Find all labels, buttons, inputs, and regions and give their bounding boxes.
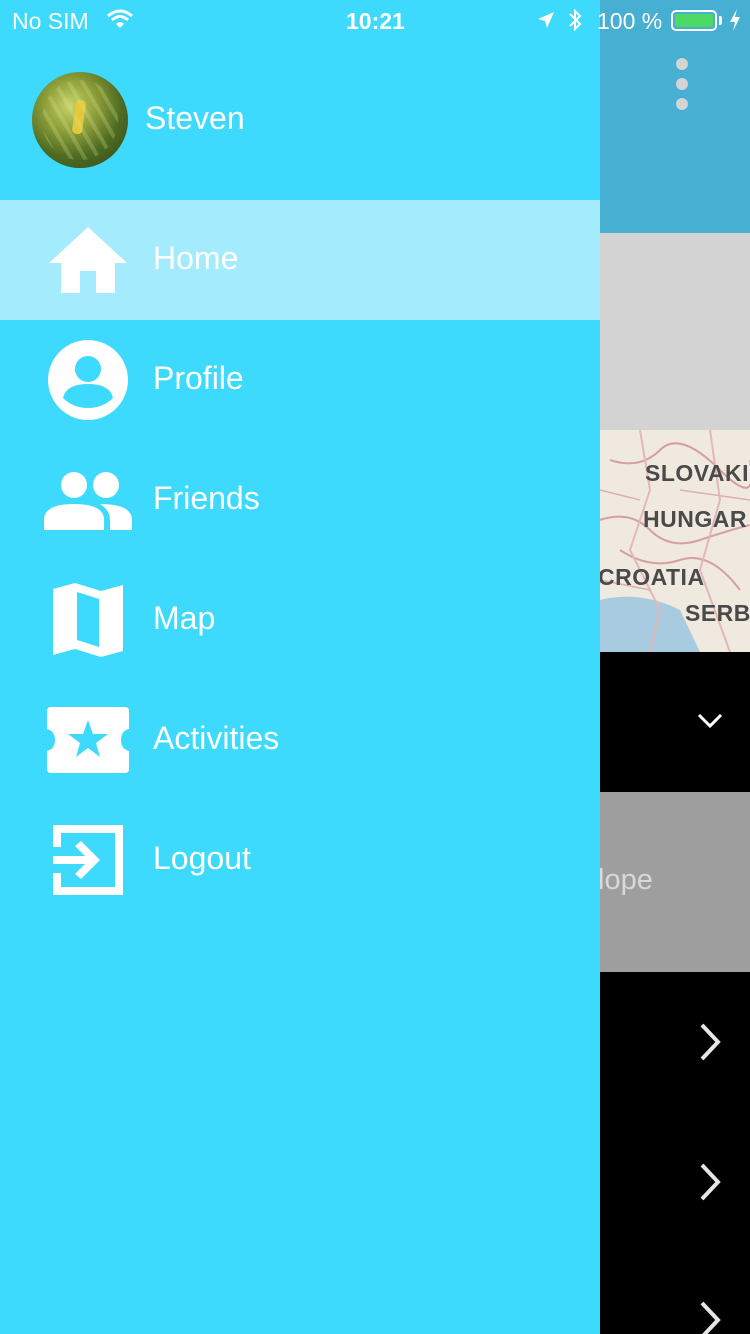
menu-item-activities[interactable]: Activities (0, 680, 600, 800)
menu-item-logout[interactable]: Logout (0, 800, 600, 920)
people-icon (44, 460, 132, 540)
map-label: SLOVAKI (645, 460, 750, 486)
menu-item-home[interactable]: Home (0, 200, 600, 320)
drawer-profile-header[interactable]: Steven (0, 40, 600, 200)
map-label: CROATIA (598, 564, 705, 590)
home-icon (44, 220, 132, 300)
menu-item-label: Logout (153, 840, 251, 876)
chevron-right-icon[interactable] (698, 1300, 722, 1334)
avatar[interactable] (32, 72, 128, 168)
battery-icon (671, 10, 717, 31)
menu-item-friends[interactable]: Friends (0, 440, 600, 560)
wifi-icon (107, 9, 133, 28)
chevron-right-icon[interactable] (698, 1162, 722, 1202)
menu-item-label: Friends (153, 480, 260, 516)
menu-item-label: Home (153, 240, 239, 276)
drawer-menu: Home Profile Friends Map Activities Logo… (0, 200, 600, 920)
menu-item-map[interactable]: Map (0, 560, 600, 680)
clock: 10:21 (346, 8, 405, 34)
location-arrow-icon (538, 12, 554, 28)
navigation-drawer: Steven Home Profile Friends Map Activiti… (0, 0, 600, 1334)
menu-item-profile[interactable]: Profile (0, 320, 600, 440)
more-options-icon[interactable] (670, 58, 694, 110)
map-icon (44, 580, 132, 660)
charging-bolt-icon (730, 9, 740, 31)
map-label: HUNGAR (643, 506, 747, 532)
map-label: SERB (685, 600, 750, 626)
carrier-label: No SIM (12, 8, 89, 34)
bluetooth-icon (569, 8, 582, 32)
chevron-down-icon[interactable] (697, 712, 723, 730)
battery-percent: 100 % (597, 8, 663, 34)
status-bar: No SIM 10:21 100 % (0, 0, 750, 40)
slope-label: lope (598, 864, 653, 896)
menu-item-label: Profile (153, 360, 244, 396)
menu-item-label: Activities (153, 720, 280, 756)
exit-icon (44, 820, 132, 900)
ticket-star-icon (44, 700, 132, 780)
user-name: Steven (145, 100, 245, 136)
account-circle-icon (44, 340, 132, 420)
chevron-right-icon[interactable] (698, 1022, 722, 1062)
menu-item-label: Map (153, 600, 216, 636)
